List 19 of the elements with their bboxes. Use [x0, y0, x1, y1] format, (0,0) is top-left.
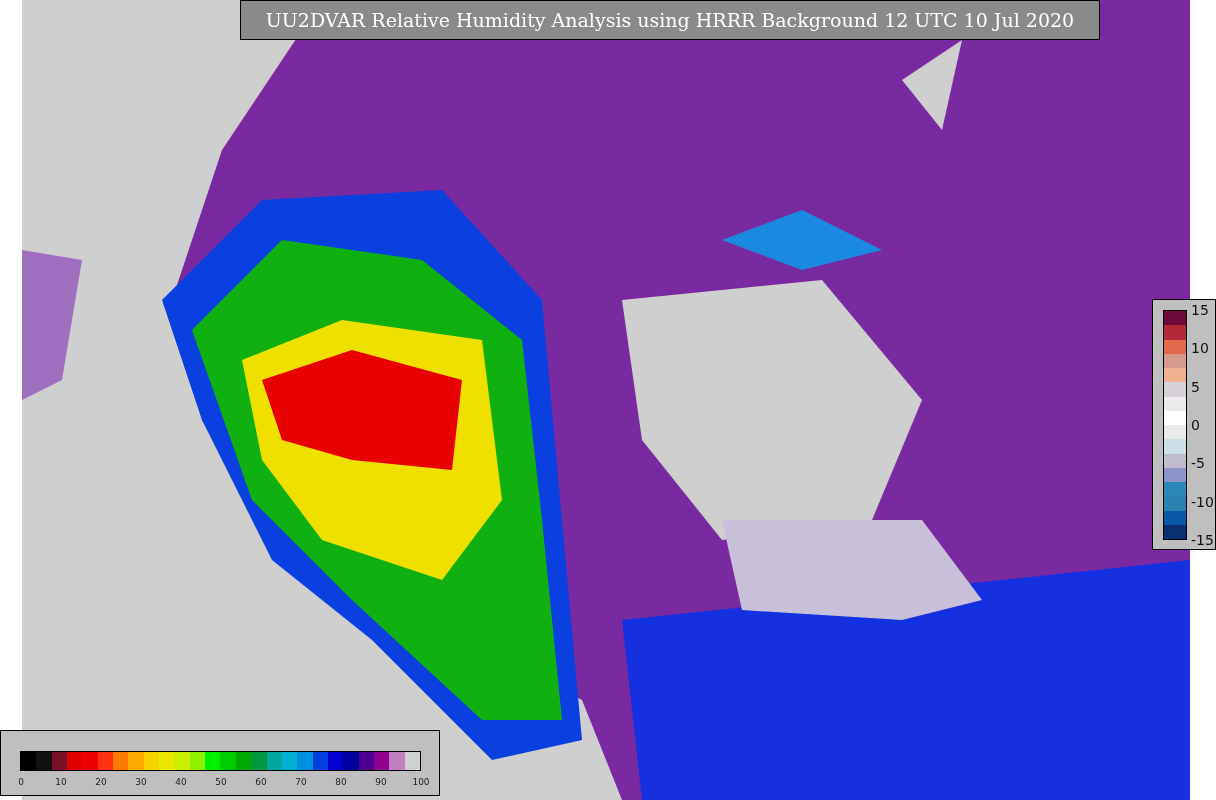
tick-label: 40	[175, 777, 187, 787]
tick-label: 0	[1191, 417, 1200, 433]
tick-label: -10	[1191, 493, 1214, 510]
tick-label: 80	[335, 777, 347, 787]
tick-label: 50	[215, 777, 227, 787]
tick-label: 30	[135, 777, 147, 787]
tick-label: 20	[95, 777, 107, 787]
tick-label: 5	[1191, 378, 1200, 395]
tick-label: 100	[412, 777, 430, 787]
tick-label: 0	[18, 777, 24, 787]
tick-label: 10	[55, 777, 67, 787]
tick-label: 15	[1191, 302, 1209, 318]
tick-label: -15	[1191, 532, 1214, 548]
tick-label: -5	[1191, 455, 1205, 472]
tick-label: 90	[375, 777, 387, 787]
map-title: UU2DVAR Relative Humidity Analysis using HRRR Background 12 UTC 10 Jul 2020	[240, 0, 1100, 40]
tick-label: 60	[255, 777, 267, 787]
tick-label: 10	[1191, 340, 1209, 357]
tick-label: 70	[295, 777, 307, 787]
